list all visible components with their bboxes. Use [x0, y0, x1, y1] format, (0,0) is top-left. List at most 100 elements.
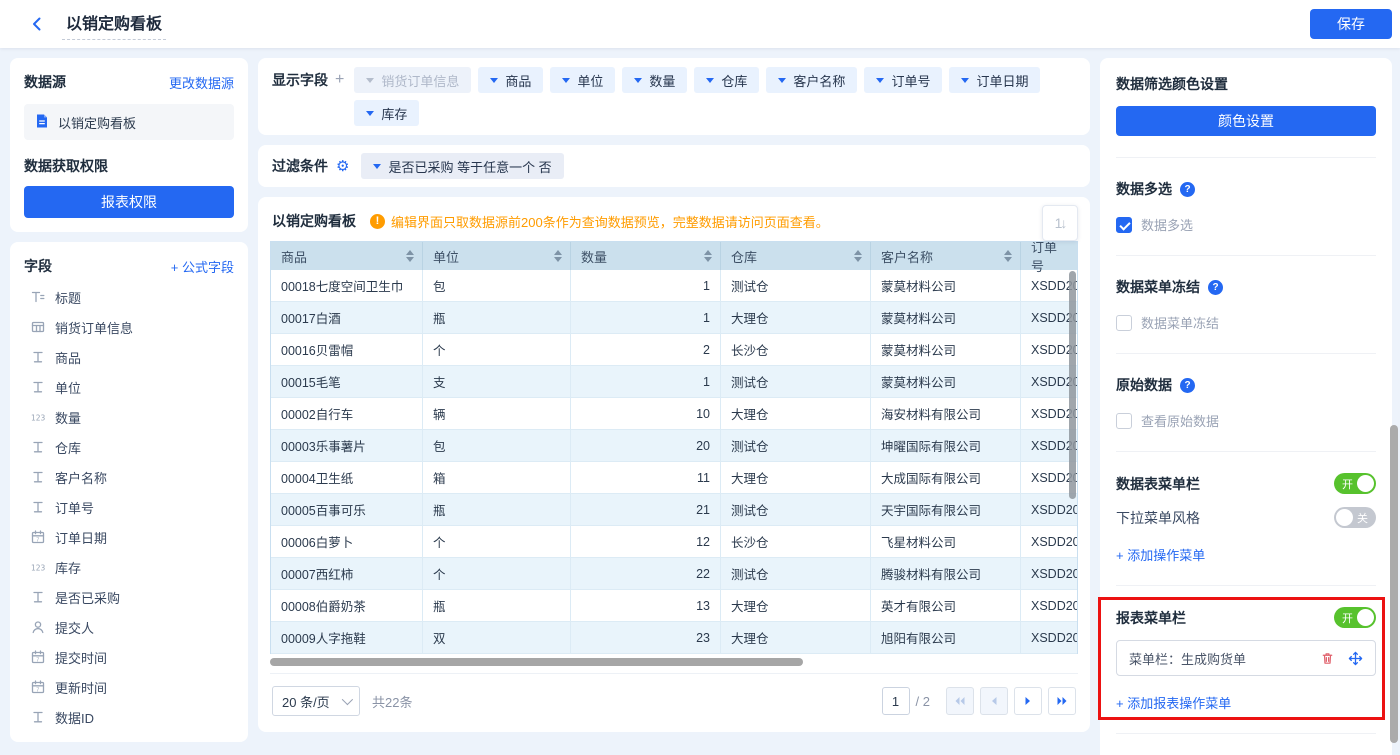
topbar: 以销定购看板 保存	[0, 0, 1400, 48]
table-row[interactable]: 00008伯爵奶茶瓶13大理仓英才有限公司XSDD20	[271, 590, 1077, 622]
page-size-select[interactable]: 20 条/页	[272, 686, 360, 716]
table-header-row: 商品单位数量仓库客户名称订单号	[271, 242, 1077, 270]
report-menu-toggle-on[interactable]: 开	[1334, 607, 1376, 628]
svg-text:7: 7	[36, 537, 39, 543]
column-header[interactable]: 单位	[423, 242, 571, 270]
horizontal-scrollbar-thumb[interactable]	[270, 658, 803, 666]
sort-icon[interactable]	[406, 250, 414, 262]
report-permission-button[interactable]: 报表权限	[24, 186, 234, 218]
field-item[interactable]: 商品	[24, 342, 234, 372]
back-icon[interactable]	[26, 13, 48, 35]
page-title[interactable]: 以销定购看板	[62, 8, 166, 40]
add-display-field-icon[interactable]: +	[335, 67, 344, 93]
field-item[interactable]: 客户名称	[24, 462, 234, 492]
next-page-button[interactable]	[1014, 687, 1042, 715]
table-row[interactable]: 00007西红柿个22测试仓腾骏材料有限公司XSDD20	[271, 558, 1077, 590]
field-item[interactable]: 提交人	[24, 612, 234, 642]
field-item[interactable]: 7更新时间	[24, 672, 234, 702]
checkbox-checked-icon[interactable]	[1116, 217, 1132, 233]
field-item-label: 是否已采购	[55, 588, 120, 607]
field-item[interactable]: 订单号	[24, 492, 234, 522]
field-item[interactable]: 123数量	[24, 402, 234, 432]
table-row[interactable]: 00006白萝卜个12长沙仓飞星材料公司XSDD20	[271, 526, 1077, 558]
display-field-tag[interactable]: 订单号	[864, 67, 942, 93]
filter-condition-tag[interactable]: 是否已采购 等于任意一个 否	[361, 153, 563, 179]
color-settings-button[interactable]: 颜色设置	[1116, 106, 1376, 136]
column-header[interactable]: 订单号	[1021, 242, 1077, 270]
table-row[interactable]: 00004卫生纸箱11大理仓大成国际有限公司XSDD20	[271, 462, 1077, 494]
dropdown-style-toggle-off[interactable]: 关	[1334, 507, 1376, 528]
field-item[interactable]: 仓库	[24, 432, 234, 462]
last-page-button[interactable]	[1048, 687, 1076, 715]
gear-icon[interactable]: ⚙	[336, 157, 349, 175]
sort-order-icon[interactable]: 1↓	[1042, 205, 1078, 241]
table-vertical-scrollbar[interactable]	[1069, 271, 1076, 499]
field-item[interactable]: 数据ID	[24, 702, 234, 732]
table-notice: 编辑界面只取数据源前200条作为查询数据预览，完整数据请访问页面查看。	[370, 212, 829, 231]
table-cell: 大理仓	[721, 398, 871, 429]
table-row[interactable]: 00016贝雷帽个2长沙仓蒙莫材料公司XSDD20	[271, 334, 1077, 366]
table-menu-toggle-on[interactable]: 开	[1334, 473, 1376, 494]
field-item[interactable]: 单位	[24, 372, 234, 402]
add-action-menu-link[interactable]: + 添加操作菜单	[1116, 545, 1205, 564]
sort-icon[interactable]	[704, 250, 712, 262]
display-field-tag[interactable]: 库存	[354, 100, 419, 126]
display-field-tag[interactable]: 单位	[550, 67, 615, 93]
current-page-input[interactable]: 1	[882, 687, 910, 715]
sort-icon[interactable]	[854, 250, 862, 262]
page-size-value: 20 条/页	[282, 692, 330, 711]
display-field-tag[interactable]: 数量	[622, 67, 687, 93]
field-item[interactable]: 是否已采购	[24, 582, 234, 612]
display-field-tag[interactable]: 仓库	[694, 67, 759, 93]
table-row[interactable]: 00003乐事薯片包20测试仓坤曜国际有限公司XSDD20	[271, 430, 1077, 462]
table-row[interactable]: 00009人字拖鞋双23大理仓旭阳有限公司XSDD20	[271, 622, 1077, 654]
field-item[interactable]: 销货订单信息	[24, 312, 234, 342]
display-field-tag[interactable]: 商品	[478, 67, 543, 93]
datasource-item[interactable]: 以销定购看板	[24, 104, 234, 140]
display-field-tag[interactable]: 销货订单信息	[354, 67, 471, 93]
caret-down-icon	[706, 78, 714, 83]
page-scrollbar[interactable]	[1390, 425, 1398, 743]
field-item[interactable]: 7订单日期	[24, 522, 234, 552]
help-icon[interactable]	[1180, 378, 1195, 393]
add-report-action-menu-link[interactable]: + 添加报表操作菜单	[1116, 693, 1231, 712]
prev-page-button[interactable]	[980, 687, 1008, 715]
menu-freeze-checkbox-label: 数据菜单冻结	[1141, 313, 1219, 332]
table-row[interactable]: 00017白酒瓶1大理仓蒙莫材料公司XSDD20	[271, 302, 1077, 334]
raw-data-checkbox-row[interactable]: 查看原始数据	[1116, 411, 1376, 430]
checkbox-unchecked-icon[interactable]	[1116, 315, 1132, 331]
multi-select-checkbox-row[interactable]: 数据多选	[1116, 215, 1376, 234]
help-icon[interactable]	[1208, 280, 1223, 295]
table-row[interactable]: 00002自行车辆10大理仓海安材料有限公司XSDD20	[271, 398, 1077, 430]
table-row[interactable]: 00015毛笔支1测试仓蒙莫材料公司XSDD20	[271, 366, 1077, 398]
column-header[interactable]: 数量	[571, 242, 721, 270]
field-item[interactable]: 标题	[24, 282, 234, 312]
menu-freeze-checkbox-row[interactable]: 数据菜单冻结	[1116, 313, 1376, 332]
add-formula-field-link[interactable]: + 公式字段	[171, 257, 234, 276]
table-cell: 飞星材料公司	[871, 526, 1021, 557]
report-menu-item[interactable]: 菜单栏：生成购货单	[1116, 640, 1376, 676]
column-header[interactable]: 商品	[271, 242, 423, 270]
sort-icon[interactable]	[1004, 250, 1012, 262]
move-icon[interactable]	[1347, 650, 1363, 666]
column-header[interactable]: 仓库	[721, 242, 871, 270]
tag-label: 仓库	[721, 71, 747, 90]
checkbox-unchecked-icon[interactable]	[1116, 413, 1132, 429]
table-row[interactable]: 00018七度空间卫生巾包1测试仓蒙莫材料公司XSDD20	[271, 270, 1077, 302]
trash-icon[interactable]	[1319, 650, 1335, 666]
display-field-tag[interactable]: 客户名称	[766, 67, 857, 93]
caret-down-icon	[366, 78, 374, 83]
table-row[interactable]: 00005百事可乐瓶21测试仓天宇国际有限公司XSDD20	[271, 494, 1077, 526]
table-horizontal-scrollbar[interactable]	[270, 658, 1078, 667]
column-header[interactable]: 客户名称	[871, 242, 1021, 270]
field-item[interactable]: 7提交时间	[24, 642, 234, 672]
table-cell: 11	[571, 462, 721, 493]
display-field-tag[interactable]: 订单日期	[949, 67, 1040, 93]
table-cell: 测试仓	[721, 270, 871, 301]
help-icon[interactable]	[1180, 182, 1195, 197]
first-page-button[interactable]	[946, 687, 974, 715]
field-item[interactable]: 123库存	[24, 552, 234, 582]
change-datasource-link[interactable]: 更改数据源	[169, 73, 234, 92]
save-button[interactable]: 保存	[1310, 9, 1392, 39]
sort-icon[interactable]	[554, 250, 562, 262]
